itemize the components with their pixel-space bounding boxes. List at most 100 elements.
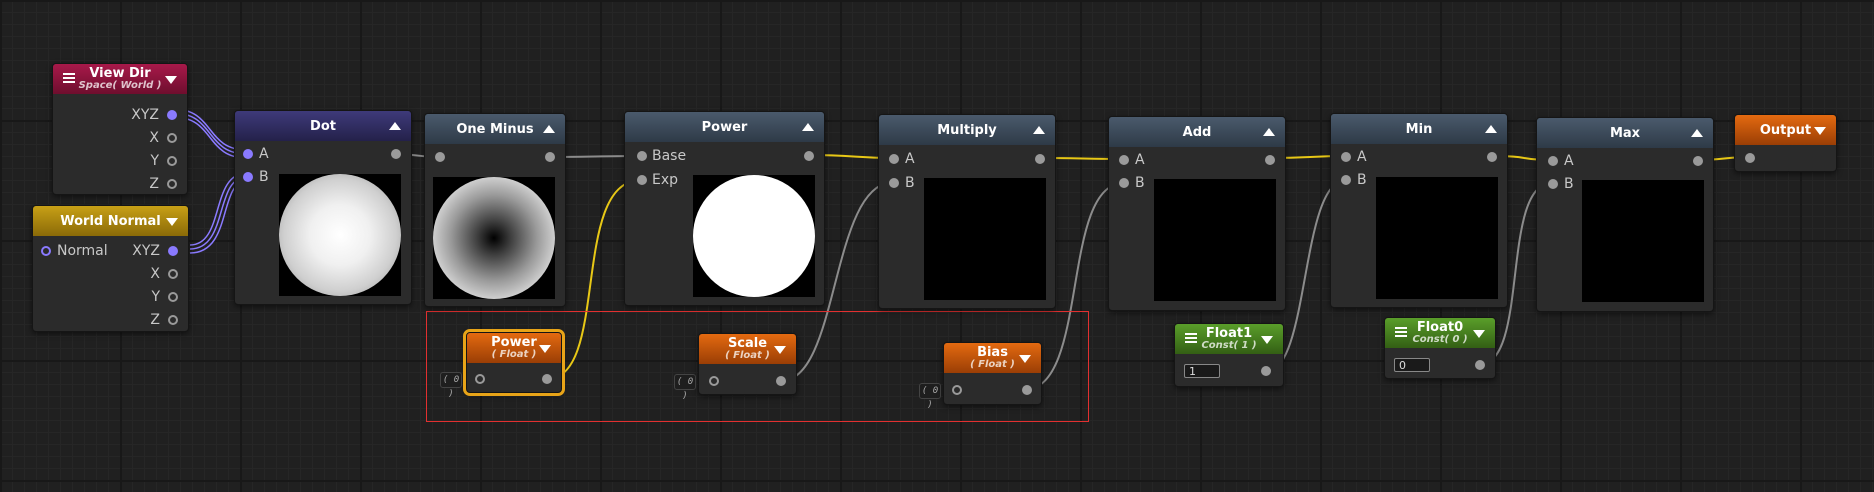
node-add[interactable]: Add A B (1108, 116, 1286, 311)
node-scale-property[interactable]: Scale ( Float ) (698, 333, 797, 395)
input-port-a[interactable] (1119, 155, 1129, 165)
input-port-a[interactable] (1548, 156, 1558, 166)
output-port[interactable] (1035, 154, 1045, 164)
dropdown-arrow-icon[interactable] (539, 345, 551, 353)
output-port[interactable] (776, 376, 786, 386)
node-title: Bias (977, 345, 1008, 360)
output-port[interactable] (1487, 152, 1497, 162)
port-label-b: B (259, 169, 269, 185)
input-port[interactable] (475, 374, 485, 384)
input-port-b[interactable] (1341, 175, 1351, 185)
output-port-x[interactable] (167, 133, 177, 143)
collapse-arrow-icon[interactable] (802, 123, 814, 131)
collapse-arrow-icon[interactable] (1691, 129, 1703, 137)
output-port-z[interactable] (167, 179, 177, 189)
output-port[interactable] (1475, 360, 1485, 370)
node-subtitle: Const( 0 ) (1412, 334, 1468, 345)
node-header[interactable]: Scale ( Float ) (699, 334, 796, 364)
node-header[interactable]: Output (1735, 115, 1836, 145)
dropdown-arrow-icon[interactable] (1261, 336, 1273, 344)
value-input[interactable]: 0 (1394, 358, 1430, 372)
output-port-y[interactable] (168, 292, 178, 302)
menu-icon[interactable] (63, 73, 75, 83)
node-title: Add (1182, 124, 1212, 140)
node-header[interactable]: View Dir Space( World ) (53, 64, 187, 94)
node-header[interactable]: Bias ( Float ) (944, 343, 1041, 373)
collapse-arrow-icon[interactable] (1033, 126, 1045, 134)
node-dot[interactable]: Dot A B (234, 110, 412, 305)
dropdown-arrow-icon[interactable] (166, 218, 178, 226)
output-port[interactable] (804, 151, 814, 161)
collapse-arrow-icon[interactable] (1485, 125, 1497, 133)
output-port[interactable] (391, 149, 401, 159)
menu-icon[interactable] (1395, 327, 1407, 337)
output-port-z[interactable] (168, 315, 178, 325)
node-header[interactable]: Float1 Const( 1 ) (1175, 324, 1283, 354)
input-port-a[interactable] (889, 154, 899, 164)
output-port-x[interactable] (168, 269, 178, 279)
node-title: Multiply (937, 122, 997, 138)
value-tag: ( 0 ) (440, 372, 462, 399)
output-port-xyz[interactable] (168, 246, 178, 256)
node-view-dir[interactable]: View Dir Space( World ) XYZ X Y Z (52, 63, 188, 195)
node-header[interactable]: Add (1109, 117, 1285, 147)
node-header[interactable]: Multiply (879, 115, 1055, 145)
collapse-arrow-icon[interactable] (543, 125, 555, 133)
output-port[interactable] (545, 152, 555, 162)
input-port-b[interactable] (1119, 178, 1129, 188)
node-header[interactable]: Dot (235, 111, 411, 141)
input-port-exp[interactable] (637, 175, 647, 185)
port-label-z: Z (150, 312, 160, 328)
input-port-b[interactable] (889, 178, 899, 188)
input-port[interactable] (1745, 153, 1755, 163)
collapse-arrow-icon[interactable] (389, 122, 401, 130)
dropdown-arrow-icon[interactable] (1473, 330, 1485, 338)
node-output[interactable]: Output (1734, 114, 1837, 172)
node-header[interactable]: Power ( Float ) (467, 333, 561, 363)
node-header[interactable]: Float0 Const( 0 ) (1385, 318, 1495, 348)
node-max[interactable]: Max A B (1536, 117, 1714, 312)
node-header[interactable]: One Minus (425, 114, 565, 144)
input-port-base[interactable] (637, 151, 647, 161)
dropdown-arrow-icon[interactable] (1814, 127, 1826, 135)
dropdown-arrow-icon[interactable] (1019, 355, 1031, 363)
output-port-y[interactable] (167, 156, 177, 166)
output-port[interactable] (542, 374, 552, 384)
node-min[interactable]: Min A B (1330, 113, 1508, 308)
node-subtitle: Const( 1 ) (1201, 340, 1257, 351)
collapse-arrow-icon[interactable] (1263, 128, 1275, 136)
port-label-base: Base (652, 148, 687, 164)
node-multiply[interactable]: Multiply A B (878, 114, 1056, 309)
input-port[interactable] (435, 152, 445, 162)
node-header[interactable]: World Normal (33, 206, 188, 236)
node-float1[interactable]: Float1 Const( 1 ) 1 (1174, 323, 1284, 387)
node-world-normal[interactable]: World Normal Normal XYZ X Y Z (32, 205, 189, 332)
node-header[interactable]: Min (1331, 114, 1507, 144)
output-port[interactable] (1693, 156, 1703, 166)
input-port-a[interactable] (243, 149, 253, 159)
input-port-b[interactable] (243, 172, 253, 182)
value-input[interactable]: 1 (1184, 364, 1220, 378)
port-label-x: X (149, 130, 159, 146)
output-port[interactable] (1261, 366, 1271, 376)
output-port[interactable] (1022, 385, 1032, 395)
node-bias-property[interactable]: Bias ( Float ) (943, 342, 1042, 405)
port-label-exp: Exp (652, 172, 679, 188)
node-float0[interactable]: Float0 Const( 0 ) 0 (1384, 317, 1496, 379)
output-port[interactable] (1265, 155, 1275, 165)
node-power-property[interactable]: Power ( Float ) (463, 329, 565, 396)
input-port[interactable] (709, 376, 719, 386)
input-port-normal[interactable] (41, 246, 51, 256)
dropdown-arrow-icon[interactable] (165, 76, 177, 84)
input-port[interactable] (952, 385, 962, 395)
node-title: Float1 (1205, 326, 1253, 341)
menu-icon[interactable] (1185, 333, 1197, 343)
node-one-minus[interactable]: One Minus (424, 113, 566, 307)
input-port-b[interactable] (1548, 179, 1558, 189)
node-header[interactable]: Max (1537, 118, 1713, 148)
node-header[interactable]: Power (625, 112, 824, 142)
node-power[interactable]: Power Base Exp (624, 111, 825, 306)
input-port-a[interactable] (1341, 152, 1351, 162)
dropdown-arrow-icon[interactable] (774, 346, 786, 354)
output-port-xyz[interactable] (167, 110, 177, 120)
